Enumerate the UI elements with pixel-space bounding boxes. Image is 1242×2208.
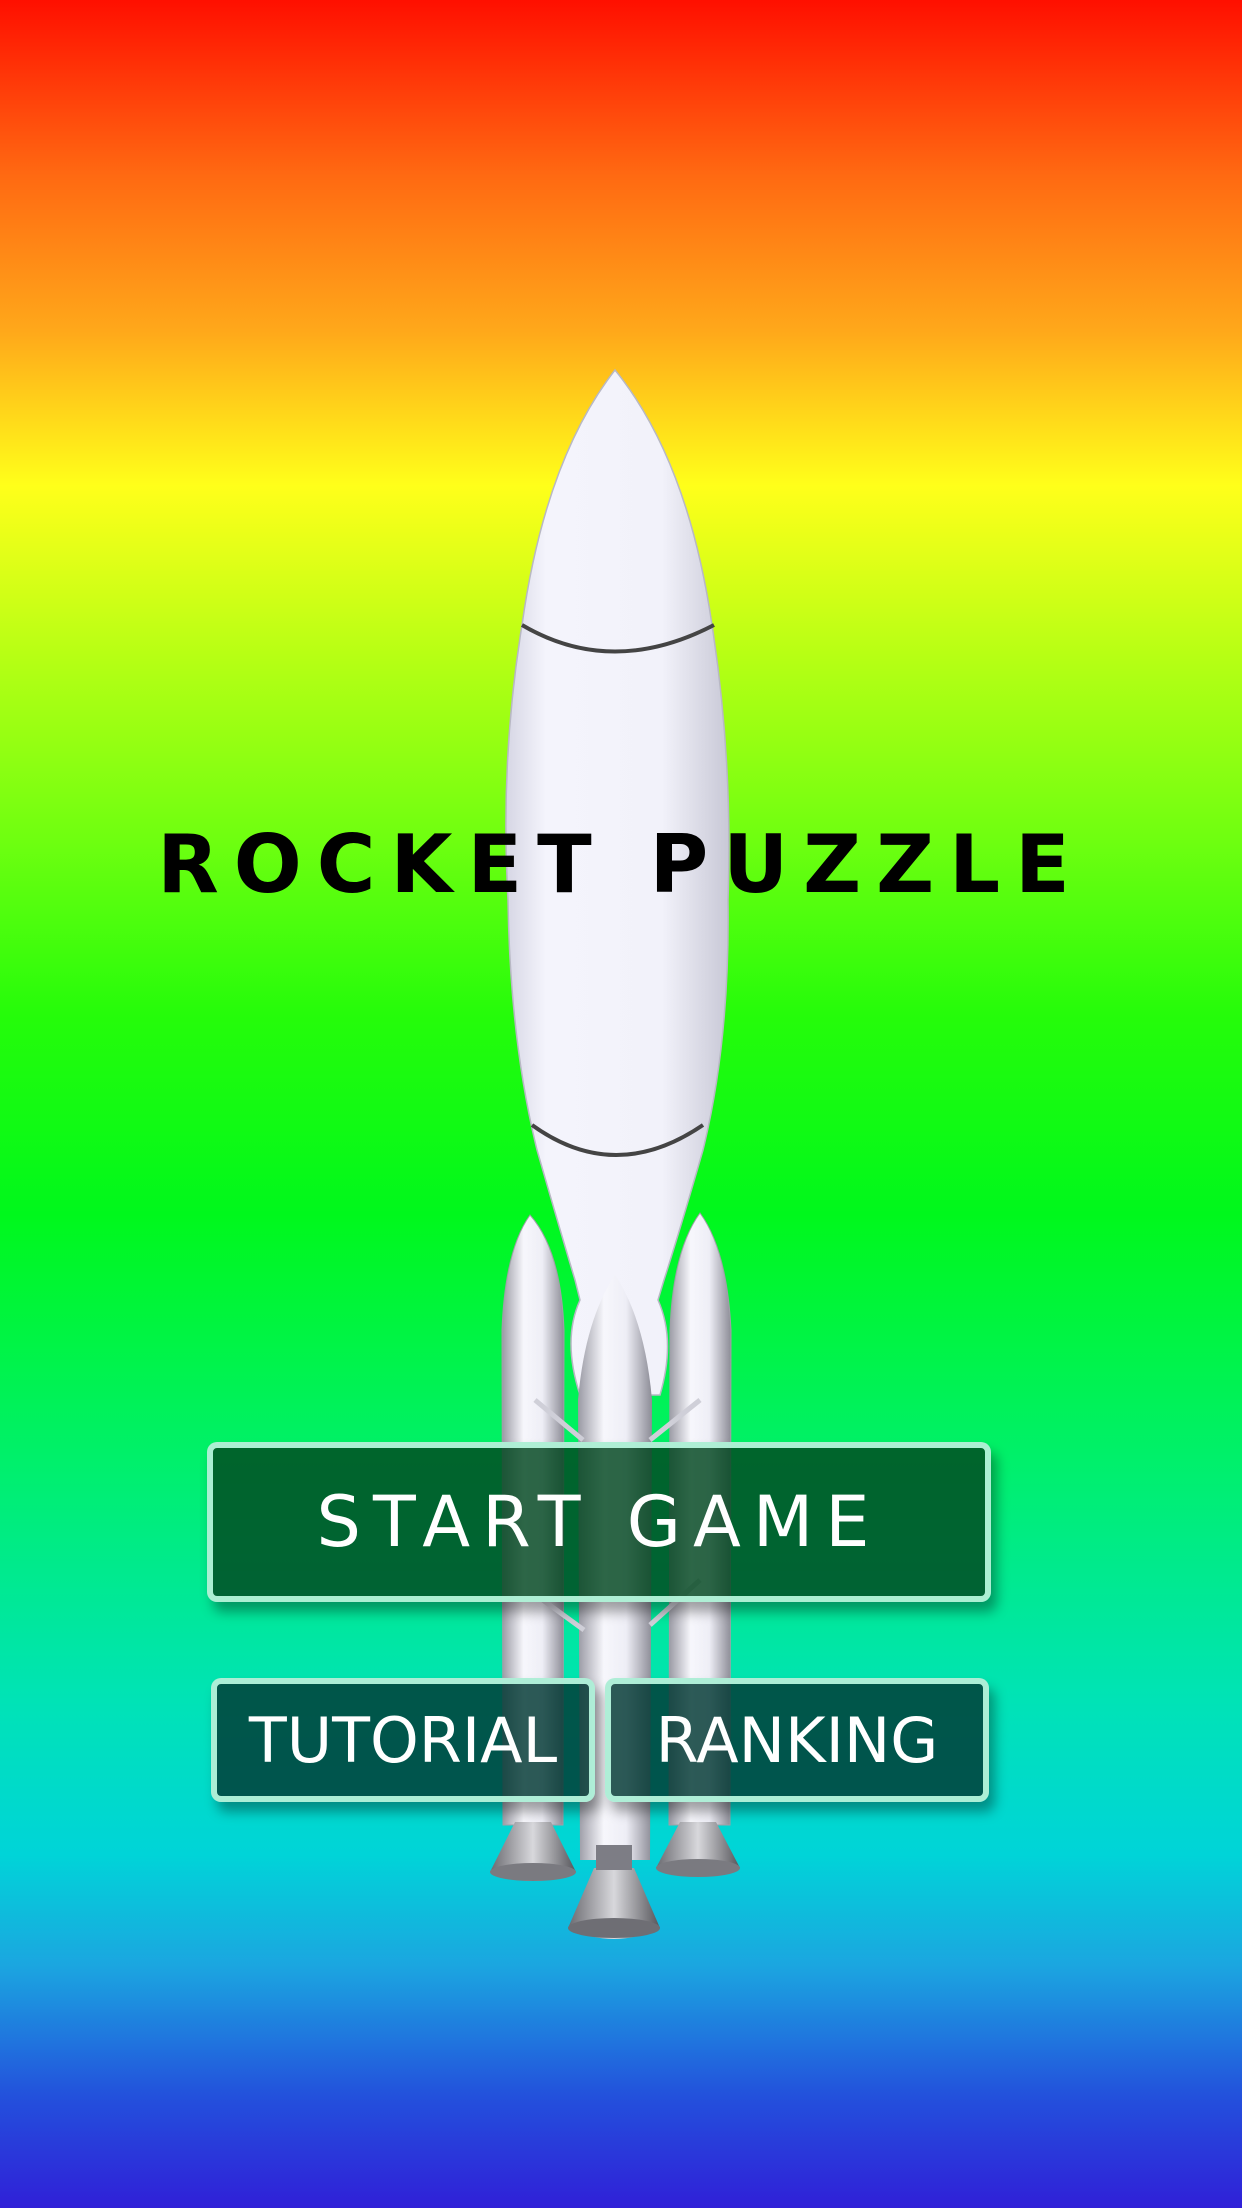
game-title: ROCKET PUZZLE — [157, 818, 1085, 911]
title-screen: ROCKET PUZZLE START GAME TUTORIAL RANKIN… — [0, 0, 1242, 2208]
rocket-icon — [490, 368, 740, 1939]
start-game-button[interactable]: START GAME — [207, 1442, 991, 1602]
ranking-button[interactable]: RANKING — [605, 1678, 989, 1802]
tutorial-button[interactable]: TUTORIAL — [211, 1678, 595, 1802]
